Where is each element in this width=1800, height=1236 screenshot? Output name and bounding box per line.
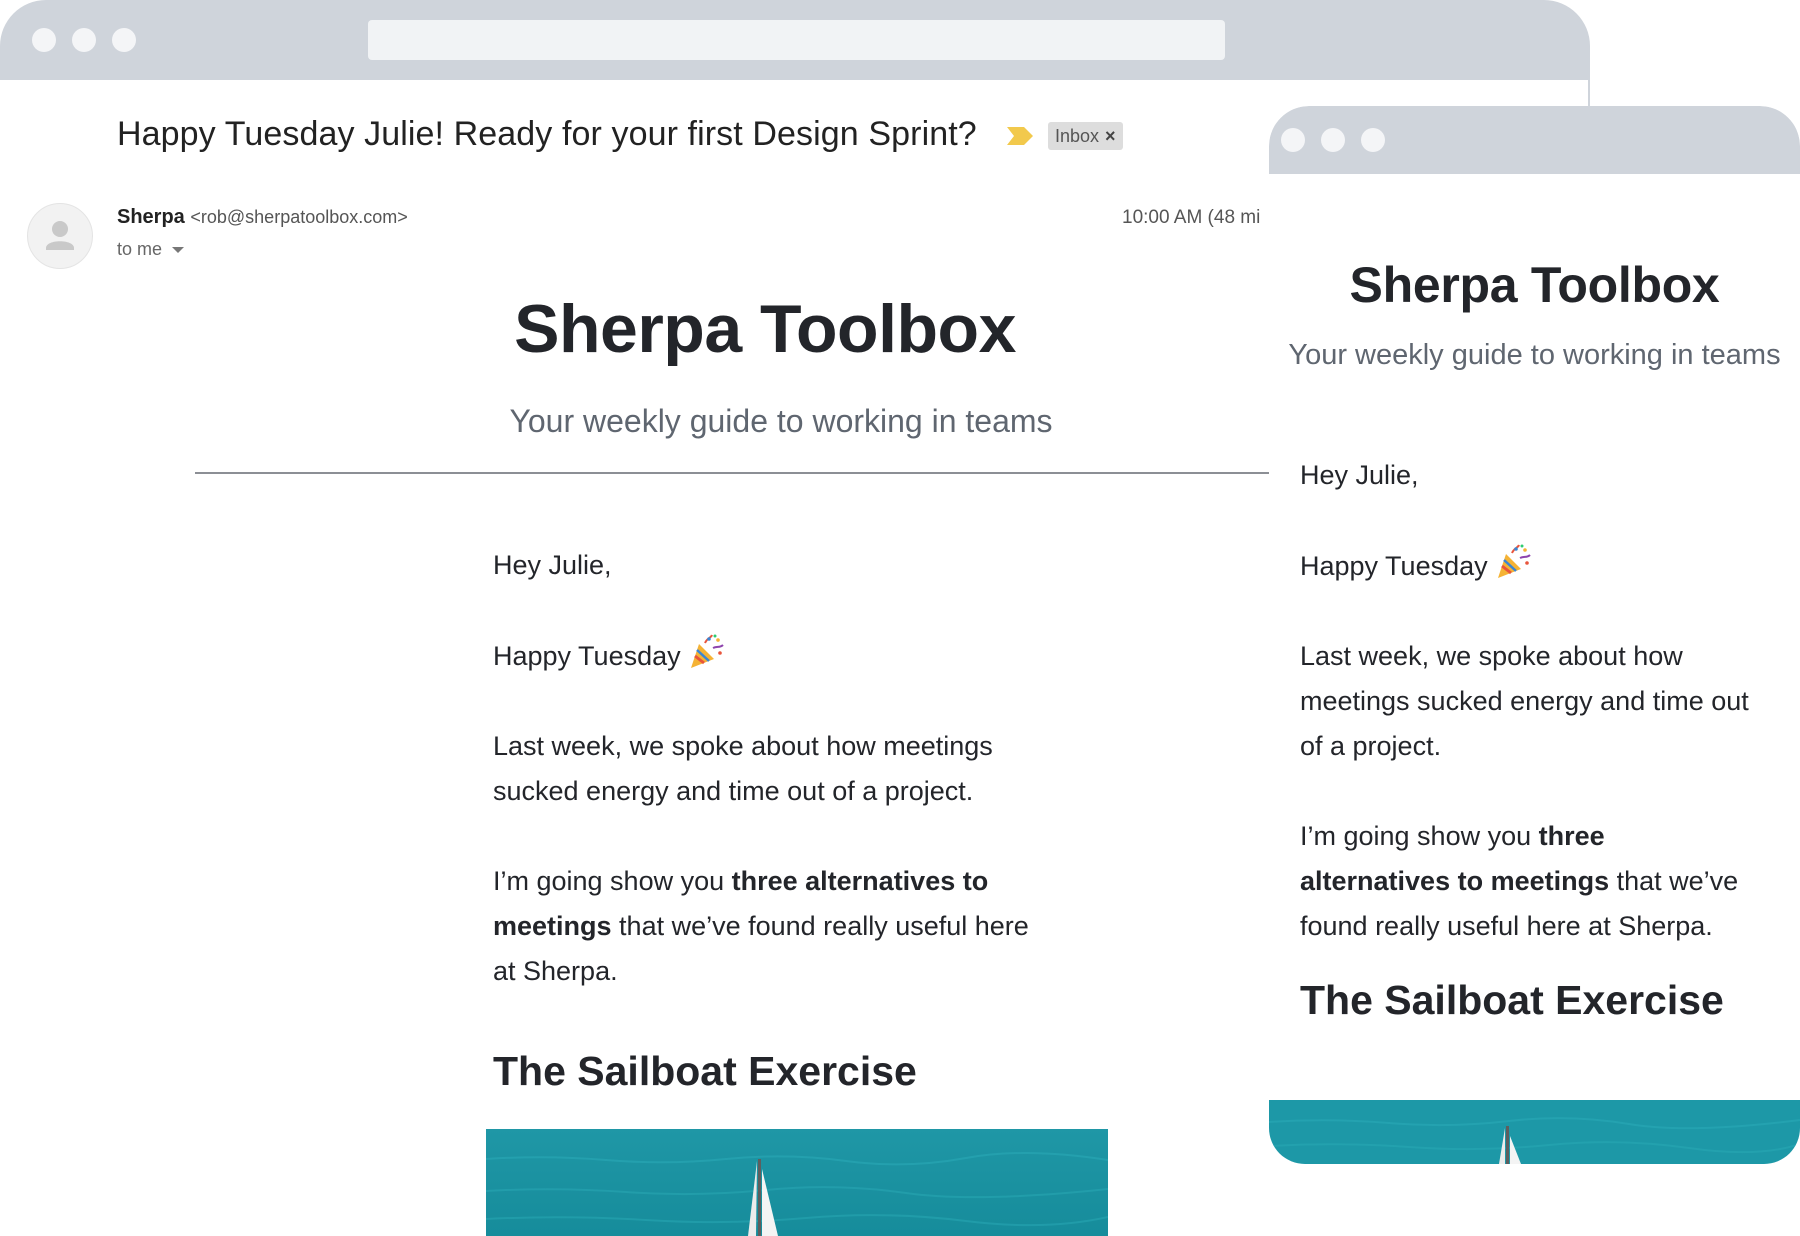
section-heading: The Sailboat Exercise xyxy=(493,1048,917,1094)
address-bar[interactable] xyxy=(368,20,1225,60)
sender-name[interactable]: Sherpa xyxy=(117,206,185,228)
window-minimize-dot[interactable] xyxy=(1321,128,1345,152)
sender-line: Sherpa <rob@sherpatoolbox.com> xyxy=(117,206,408,229)
paragraph-alternatives: I’m going show you three alternatives to… xyxy=(493,859,1053,994)
party-popper-icon xyxy=(690,634,724,668)
person-icon xyxy=(46,221,74,250)
mobile-window-titlebar xyxy=(1269,106,1800,174)
newsletter-title: Sherpa Toolbox xyxy=(1349,257,1720,313)
importance-marker-icon[interactable] xyxy=(1007,127,1033,145)
sender-email: <rob@sherpatoolbox.com> xyxy=(190,207,408,227)
party-popper-icon xyxy=(1497,544,1531,578)
happy-tuesday-line: Happy Tuesday xyxy=(1300,543,1760,589)
window-close-dot[interactable] xyxy=(1281,128,1305,152)
happy-tuesday-line: Happy Tuesday xyxy=(493,633,1053,679)
header-divider xyxy=(195,472,1270,474)
greeting: Hey Julie, xyxy=(1300,460,1419,490)
inbox-label-chip[interactable]: Inbox × xyxy=(1048,122,1123,150)
recipients-label: to me xyxy=(117,239,163,259)
desktop-window-titlebar xyxy=(0,0,1590,80)
paragraph-intro: Last week, we spoke about how meetings s… xyxy=(493,731,993,806)
recipients-toggle[interactable]: to me xyxy=(117,239,185,260)
mobile-email-window: Sherpa Toolbox Your weekly guide to work… xyxy=(1269,106,1800,1164)
chevron-down-icon[interactable] xyxy=(172,247,185,254)
newsletter-tagline: Your weekly guide to working in teams xyxy=(1288,339,1781,371)
paragraph-alternatives: I’m going show you three alternatives to… xyxy=(1300,814,1760,949)
sailboat-photo xyxy=(1269,1100,1800,1164)
email-timestamp: 10:00 AM (48 mi xyxy=(1122,207,1261,228)
sailboat-image xyxy=(486,1129,1108,1236)
happy-tuesday-text: Happy Tuesday xyxy=(1300,551,1488,581)
email-subject: Happy Tuesday Julie! Ready for your firs… xyxy=(117,115,977,153)
window-minimize-dot[interactable] xyxy=(72,28,96,52)
alternatives-pre: I’m going show you xyxy=(493,866,732,896)
section-heading: The Sailboat Exercise xyxy=(1300,977,1724,1023)
sender-avatar xyxy=(27,203,93,269)
window-maximize-dot[interactable] xyxy=(112,28,136,52)
window-maximize-dot[interactable] xyxy=(1361,128,1385,152)
sailboat-image xyxy=(1269,1100,1800,1164)
alternatives-pre: I’m going show you xyxy=(1300,821,1539,851)
inbox-label-text: Inbox xyxy=(1055,126,1100,146)
newsletter-title: Sherpa Toolbox xyxy=(514,291,1016,367)
email-body: Hey Julie, Happy Tuesday Last week, we s… xyxy=(493,543,1053,1039)
sailboat-photo xyxy=(486,1129,1108,1236)
window-close-dot[interactable] xyxy=(32,28,56,52)
window-edge xyxy=(1588,80,1590,106)
paragraph-intro: Last week, we spoke about how meetings s… xyxy=(1300,641,1749,761)
happy-tuesday-text: Happy Tuesday xyxy=(493,641,681,671)
greeting: Hey Julie, xyxy=(493,550,612,580)
remove-label-icon[interactable]: × xyxy=(1105,126,1116,146)
newsletter-tagline: Your weekly guide to working in teams xyxy=(509,403,1053,439)
email-body: Hey Julie, Happy Tuesday Last week, we s… xyxy=(1300,453,1760,979)
